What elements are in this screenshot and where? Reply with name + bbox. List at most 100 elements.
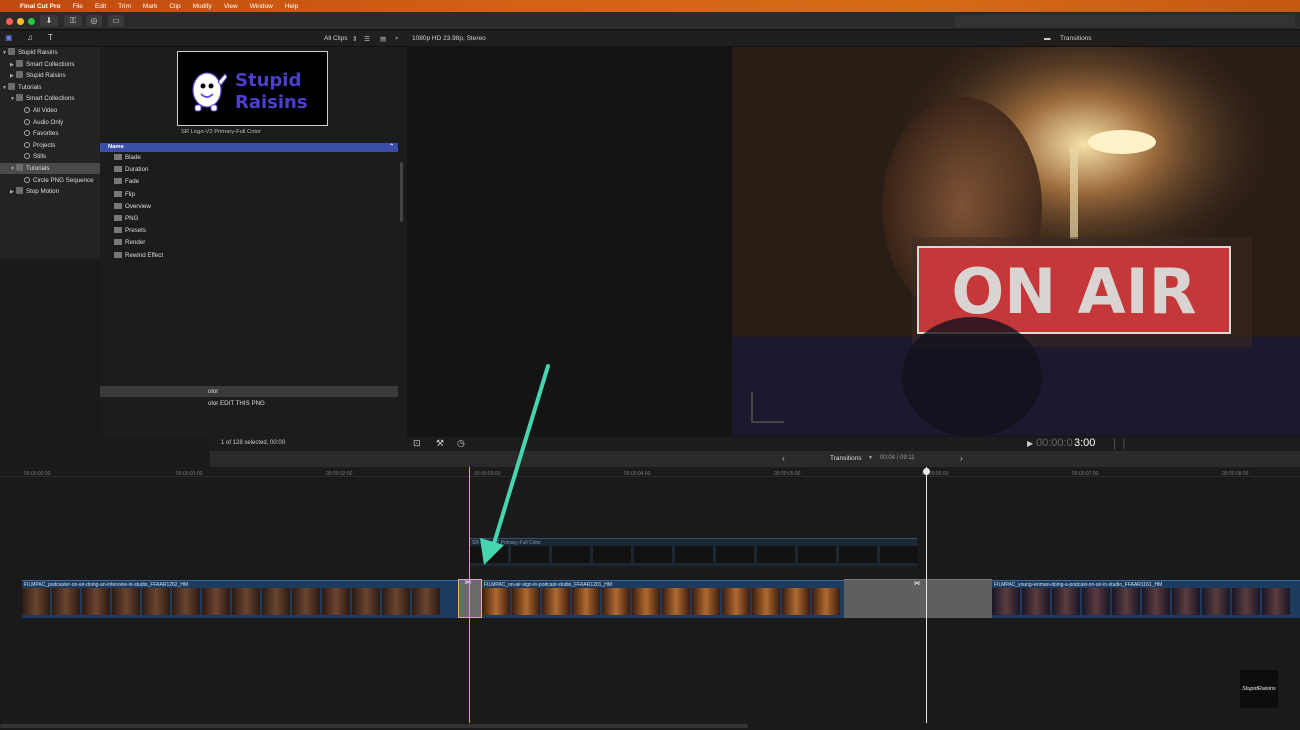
folder-label: Presets bbox=[125, 227, 146, 235]
menu-clip[interactable]: Clip bbox=[169, 3, 180, 10]
speed-icon[interactable]: ◷ bbox=[457, 438, 465, 449]
menu-file[interactable]: File bbox=[72, 3, 82, 10]
folder-label: Duration bbox=[125, 166, 149, 174]
sidebar-item[interactable]: Projects bbox=[0, 140, 55, 151]
folder-row[interactable]: Blade bbox=[114, 152, 141, 164]
viewer-video-frame[interactable]: ON AIR bbox=[732, 47, 1300, 436]
logo-filmstrip-frame bbox=[880, 546, 918, 563]
folder-row[interactable]: Overview bbox=[114, 201, 151, 213]
filmstrip-frame bbox=[172, 588, 200, 615]
gear-icon bbox=[24, 107, 30, 113]
clip-filmstrip bbox=[482, 588, 844, 615]
sidebar-item[interactable]: ▶ Stupid Raisins bbox=[0, 70, 66, 81]
list-item[interactable]: olor EDIT THIS PNG bbox=[100, 398, 398, 409]
libraries-icon[interactable]: ▣ bbox=[5, 33, 13, 42]
menu-mark[interactable]: Mark bbox=[143, 3, 157, 10]
primary-clip-1[interactable]: FILMPAC_podcaster-on-air-doing-an-interv… bbox=[22, 580, 459, 618]
key-icon: ⚿ bbox=[69, 16, 77, 25]
transition-selected[interactable]: ⋈ bbox=[458, 579, 482, 618]
clip-appearance-icon[interactable]: ☰ bbox=[364, 35, 370, 43]
logo-line-2: Raisins bbox=[235, 92, 308, 113]
search-icon[interactable]: ⌕ bbox=[395, 35, 399, 43]
sidebar-item[interactable]: Stills bbox=[0, 151, 46, 162]
logo-clip-thumbnail[interactable]: Stupid Raisins bbox=[177, 51, 328, 126]
sidebar-item[interactable]: ▶ Smart Collections bbox=[0, 59, 75, 70]
selection-status: 1 of 128 selected, 00:00 bbox=[221, 440, 286, 446]
menu-edit[interactable]: Edit bbox=[95, 3, 106, 10]
folder-row[interactable]: Duration bbox=[114, 164, 148, 176]
sidebar-item[interactable]: ▼ Stupid Raisins bbox=[0, 47, 58, 58]
share-button[interactable]: ▭ bbox=[108, 15, 124, 27]
name-column-header[interactable]: Name ⌃ bbox=[100, 143, 398, 152]
clip-row-label: olor EDIT THIS PNG bbox=[208, 400, 265, 407]
folder-row[interactable]: Fade bbox=[114, 176, 139, 188]
sort-chevron-icon: ⌃ bbox=[389, 144, 394, 150]
zoom-window-button[interactable] bbox=[28, 18, 35, 25]
filmstrip-frame bbox=[782, 588, 810, 615]
sidebar-item[interactable]: Audio Only bbox=[0, 117, 63, 128]
folder-row[interactable]: Flip bbox=[114, 189, 135, 201]
close-window-button[interactable] bbox=[6, 18, 13, 25]
library-icon bbox=[16, 59, 23, 67]
timeline-ruler[interactable]: 00:00:00:00 00:00:01:00 00:00:02:00 00:0… bbox=[0, 467, 1300, 477]
folder-row[interactable]: Render bbox=[114, 237, 145, 249]
filmstrip-frame bbox=[1202, 588, 1230, 615]
library-icon bbox=[16, 71, 23, 79]
keywords-button[interactable]: ⚿ bbox=[64, 15, 82, 27]
view-options-icon[interactable]: ⊡ bbox=[413, 438, 421, 449]
transition-icon: ⋈ bbox=[465, 580, 471, 586]
timeline-project-title[interactable]: Transitions bbox=[830, 455, 862, 462]
sidebar-item[interactable]: ▼ Tutorials bbox=[0, 163, 100, 174]
annotation-arrow-icon bbox=[480, 364, 550, 565]
sidebar-item[interactable]: ▼ Smart Collections bbox=[0, 93, 75, 104]
transition-block[interactable]: ⋈ bbox=[844, 579, 992, 618]
filmstrip-frame bbox=[482, 588, 510, 615]
sidebar-item[interactable]: All Video bbox=[0, 105, 57, 116]
play-icon[interactable]: ▶ bbox=[1027, 439, 1033, 448]
import-button[interactable]: ⬇ bbox=[40, 15, 58, 27]
library-icon bbox=[16, 187, 23, 195]
back-arrow-icon[interactable]: ‹ bbox=[782, 454, 785, 463]
clip-filmstrip bbox=[992, 588, 1300, 615]
watermark-logo: StupidRaisins bbox=[1240, 670, 1278, 708]
skimmer bbox=[926, 467, 927, 723]
sidebar-item[interactable]: Favorites bbox=[0, 128, 58, 139]
sidebar-item[interactable]: Circle PNG Sequence bbox=[0, 175, 94, 186]
sidebar-item[interactable]: ▶ Stop Motion bbox=[0, 186, 59, 197]
minimize-window-button[interactable] bbox=[17, 18, 24, 25]
timecode-bright: 3:00 bbox=[1074, 437, 1096, 449]
menu-view[interactable]: View bbox=[224, 3, 238, 10]
menu-modify[interactable]: Modify bbox=[193, 3, 212, 10]
library-icon bbox=[8, 82, 15, 90]
name-header-label: Name bbox=[108, 144, 124, 150]
clip-filter-dropdown[interactable]: All Clips bbox=[324, 35, 347, 42]
sidebar-item[interactable]: ▼ Tutorials bbox=[0, 82, 42, 93]
tools-icon[interactable]: ⚒ bbox=[436, 438, 444, 449]
app-menu[interactable]: Final Cut Pro bbox=[20, 3, 60, 10]
folder-row[interactable]: Rewind Effect bbox=[114, 250, 163, 262]
menu-window[interactable]: Window bbox=[250, 3, 273, 10]
filmstrip-frame bbox=[752, 588, 780, 615]
titles-generators-icon[interactable]: T bbox=[48, 33, 53, 42]
menu-help[interactable]: Help bbox=[285, 3, 298, 10]
filmstrip-frame bbox=[352, 588, 380, 615]
photos-audio-icon[interactable]: ♫ bbox=[27, 33, 33, 42]
list-item[interactable]: olor bbox=[100, 386, 398, 397]
logo-filmstrip-frame bbox=[675, 546, 713, 563]
primary-clip-2[interactable]: FILMPAC_on-air-sign-in-podcast-studio_FF… bbox=[482, 580, 844, 618]
browser-scrollbar[interactable] bbox=[400, 162, 403, 222]
filmstrip-icon[interactable]: ▤ bbox=[380, 35, 386, 43]
gear-icon bbox=[24, 130, 30, 137]
sidebar-item-label: Circle PNG Sequence bbox=[33, 176, 94, 184]
menu-trim[interactable]: Trim bbox=[118, 3, 131, 10]
filmstrip-frame bbox=[602, 588, 630, 615]
forward-arrow-icon[interactable]: › bbox=[960, 454, 963, 463]
background-tasks-button[interactable]: ◎ bbox=[86, 15, 102, 27]
thumbnail-caption: SR Logo-V2 Primary-Full Color bbox=[181, 129, 261, 135]
folder-row[interactable]: Presets bbox=[114, 225, 146, 237]
timeline-scrollbar[interactable] bbox=[0, 724, 748, 728]
filmstrip-frame bbox=[1112, 588, 1140, 615]
library-icon bbox=[16, 164, 23, 171]
folder-row[interactable]: PNG bbox=[114, 213, 138, 225]
primary-clip-3[interactable]: FILMPAC_young-woman-doing-a-podcast-on-a… bbox=[992, 580, 1300, 618]
